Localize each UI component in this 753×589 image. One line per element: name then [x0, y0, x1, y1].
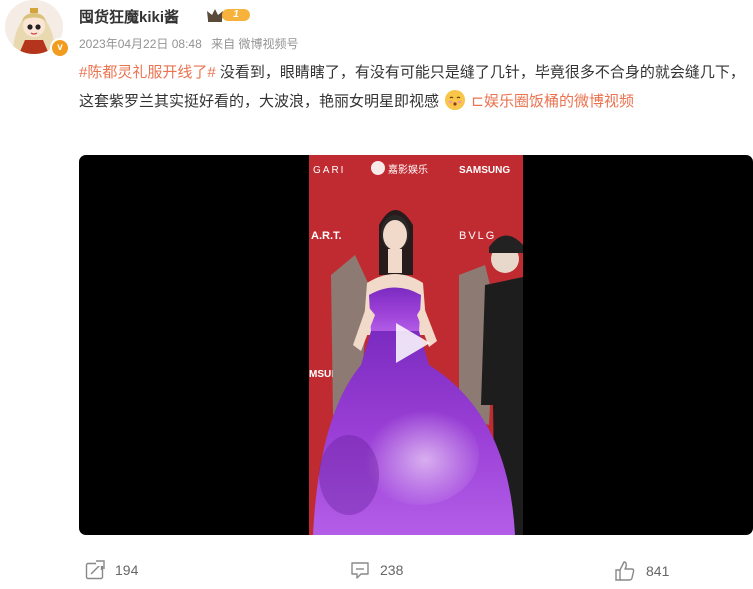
- video-link[interactable]: ⊏娱乐圈饭桶的微博视频: [471, 93, 634, 110]
- username[interactable]: 囤货狂魔kiki酱: [79, 6, 179, 27]
- video-link-label: 娱乐圈饭桶的微博视频: [483, 93, 634, 110]
- user-rank-badge[interactable]: 1: [206, 7, 252, 23]
- play-icon[interactable]: [396, 323, 430, 363]
- backdrop-logo: BVLG: [459, 230, 496, 242]
- comment-button[interactable]: 238: [350, 560, 403, 580]
- rank-level: 1: [222, 9, 250, 21]
- video-link-icon: ⊏: [471, 93, 484, 110]
- post-source: 来自 微博视频号: [211, 37, 299, 51]
- backdrop-logo: GARI: [313, 165, 345, 176]
- post-date[interactable]: 2023年04月22日 08:48: [79, 37, 202, 51]
- like-count: 841: [646, 563, 670, 579]
- blush-emoji-icon: [445, 90, 466, 110]
- repost-count: 194: [115, 562, 139, 578]
- thumbs-up-icon: [615, 561, 635, 581]
- repost-button[interactable]: 194: [85, 560, 138, 580]
- like-button[interactable]: 841: [614, 560, 669, 582]
- video-player[interactable]: GARI 嘉影娱乐 SAMSUNG A.R.T. BVLG MSUNG: [79, 155, 753, 535]
- action-bar: 194 238 841: [0, 560, 753, 584]
- comment-icon: [351, 562, 369, 579]
- post-meta: 2023年04月22日 08:48 来自 微博视频号: [79, 35, 304, 52]
- backdrop-logo: SAMSUNG: [459, 165, 510, 176]
- hashtag-link[interactable]: #陈都灵礼服开线了#: [79, 64, 216, 81]
- comment-count: 238: [380, 562, 404, 578]
- backdrop-logo: A.R.T.: [311, 230, 342, 242]
- backdrop-logo: 嘉影娱乐: [388, 163, 428, 176]
- repost-icon: [85, 560, 105, 580]
- post-body: #陈都灵礼服开线了# 没看到，眼睛瞎了，有没有可能只是缝了几针，毕竟很多不合身的…: [79, 58, 751, 116]
- verified-badge: v: [50, 38, 70, 58]
